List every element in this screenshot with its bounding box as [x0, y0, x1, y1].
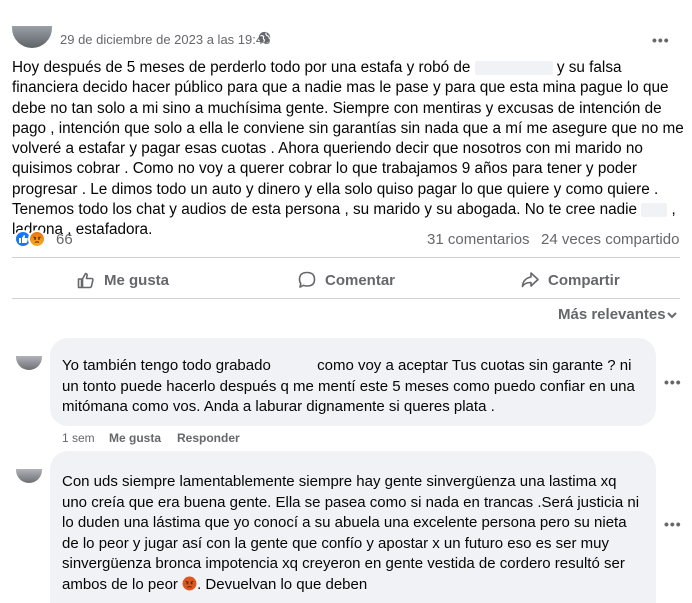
sort-comments-label[interactable]: Más relevantes: [558, 306, 666, 323]
reaction-count: 66: [56, 231, 73, 248]
post-text-part: Hoy después de 5 meses de perderlo todo …: [12, 59, 475, 76]
redacted-name: [474, 60, 553, 75]
comment-bubble: Con uds siempre lamentablemente siempre …: [50, 451, 656, 603]
post-date[interactable]: 29 de diciembre de 2023 a las 19:45: [60, 32, 270, 47]
like-button-label: Me gusta: [104, 271, 170, 289]
divider: [12, 257, 680, 258]
post-text: Hoy después de 5 meses de perderlo todo …: [12, 58, 684, 241]
comment-like-link[interactable]: Me gusta: [109, 431, 161, 445]
post-header: 29 de diciembre de 2023 a las 19:45 •••: [0, 18, 692, 58]
more-options-icon[interactable]: •••: [664, 374, 682, 390]
more-options-icon[interactable]: •••: [664, 516, 682, 532]
post-text-part: y su falsa financiera decido hacer públi…: [12, 59, 684, 219]
speech-bubble-icon: [298, 271, 316, 288]
globe-icon: [258, 31, 271, 44]
redacted-name: [62, 457, 162, 469]
author-avatar[interactable]: [12, 26, 52, 48]
shares-count[interactable]: 24 veces compartido: [541, 231, 679, 248]
angry-face-emoji: [182, 576, 197, 590]
comment-button-label: Comentar: [325, 271, 396, 289]
comment-text: Yo también tengo todo grabado: [62, 357, 275, 374]
comment-time[interactable]: 1 sem: [62, 431, 95, 445]
redacted-name: [641, 203, 668, 218]
reaction-summary[interactable]: 66: [14, 229, 134, 249]
divider: [12, 298, 680, 299]
comment-bubble: Yo también tengo todo grabado como voy a…: [50, 338, 656, 426]
more-options-icon[interactable]: •••: [652, 32, 670, 48]
commenter-avatar[interactable]: [16, 356, 42, 370]
comment-text: . Devuelvan lo que deben: [197, 575, 368, 593]
thumbs-up-icon: [77, 272, 94, 289]
redacted-name: [274, 359, 313, 374]
comments-count[interactable]: 31 comentarios: [427, 231, 530, 248]
share-button-label: Compartir: [548, 271, 620, 289]
like-button[interactable]: Me gusta: [76, 268, 169, 292]
share-button[interactable]: Compartir: [520, 268, 620, 292]
chevron-down-icon[interactable]: [667, 311, 677, 319]
commenter-avatar[interactable]: [16, 469, 42, 483]
comment-button[interactable]: Comentar: [297, 268, 395, 292]
angry-face-emoji: [28, 230, 46, 248]
comment-reply-link[interactable]: Responder: [177, 431, 240, 445]
share-arrow-icon: [521, 272, 539, 288]
